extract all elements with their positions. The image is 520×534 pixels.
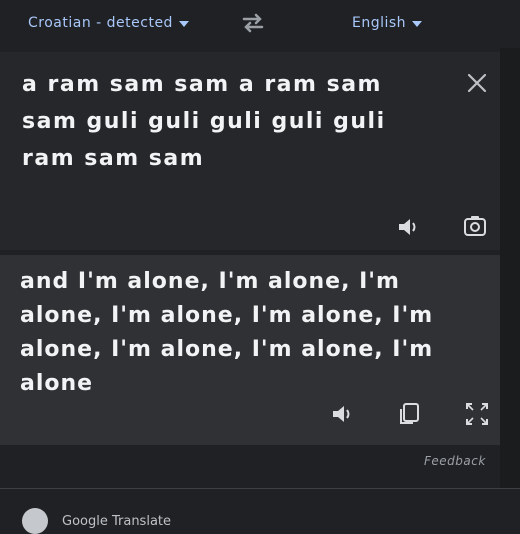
language-bar: Croatian - detected English <box>0 0 520 48</box>
panel-edge <box>500 48 520 488</box>
source-text-input[interactable]: a ram sam sam a ram sam sam guli guli gu… <box>22 66 432 177</box>
footer-row: Google Translate <box>22 508 171 534</box>
divider <box>0 488 520 489</box>
translation-text: and I'm alone, I'm alone, I'm alone, I'm… <box>20 269 434 396</box>
copy-icon[interactable] <box>394 399 424 429</box>
google-translate-logo-icon <box>22 508 48 534</box>
chevron-down-icon <box>178 21 189 27</box>
close-icon[interactable] <box>464 70 490 96</box>
expand-icon[interactable] <box>462 399 492 429</box>
speaker-icon[interactable] <box>328 399 358 429</box>
chevron-down-icon <box>412 21 423 27</box>
feedback-link[interactable]: Feedback <box>424 454 486 468</box>
source-language-label: Croatian - detected <box>28 15 173 31</box>
source-panel: a ram sam sam a ram sam sam guli guli gu… <box>0 52 500 250</box>
target-language-label: English <box>352 15 407 31</box>
speaker-icon[interactable] <box>394 212 424 242</box>
target-panel: and I'm alone, I'm alone, I'm alone, I'm… <box>0 255 500 445</box>
target-language-selector[interactable]: English <box>352 12 423 34</box>
footer-text: Google Translate <box>62 513 172 529</box>
source-language-selector[interactable]: Croatian - detected <box>28 12 189 34</box>
swap-arrows-icon[interactable] <box>238 10 268 36</box>
camera-translate-icon[interactable] <box>460 212 490 242</box>
